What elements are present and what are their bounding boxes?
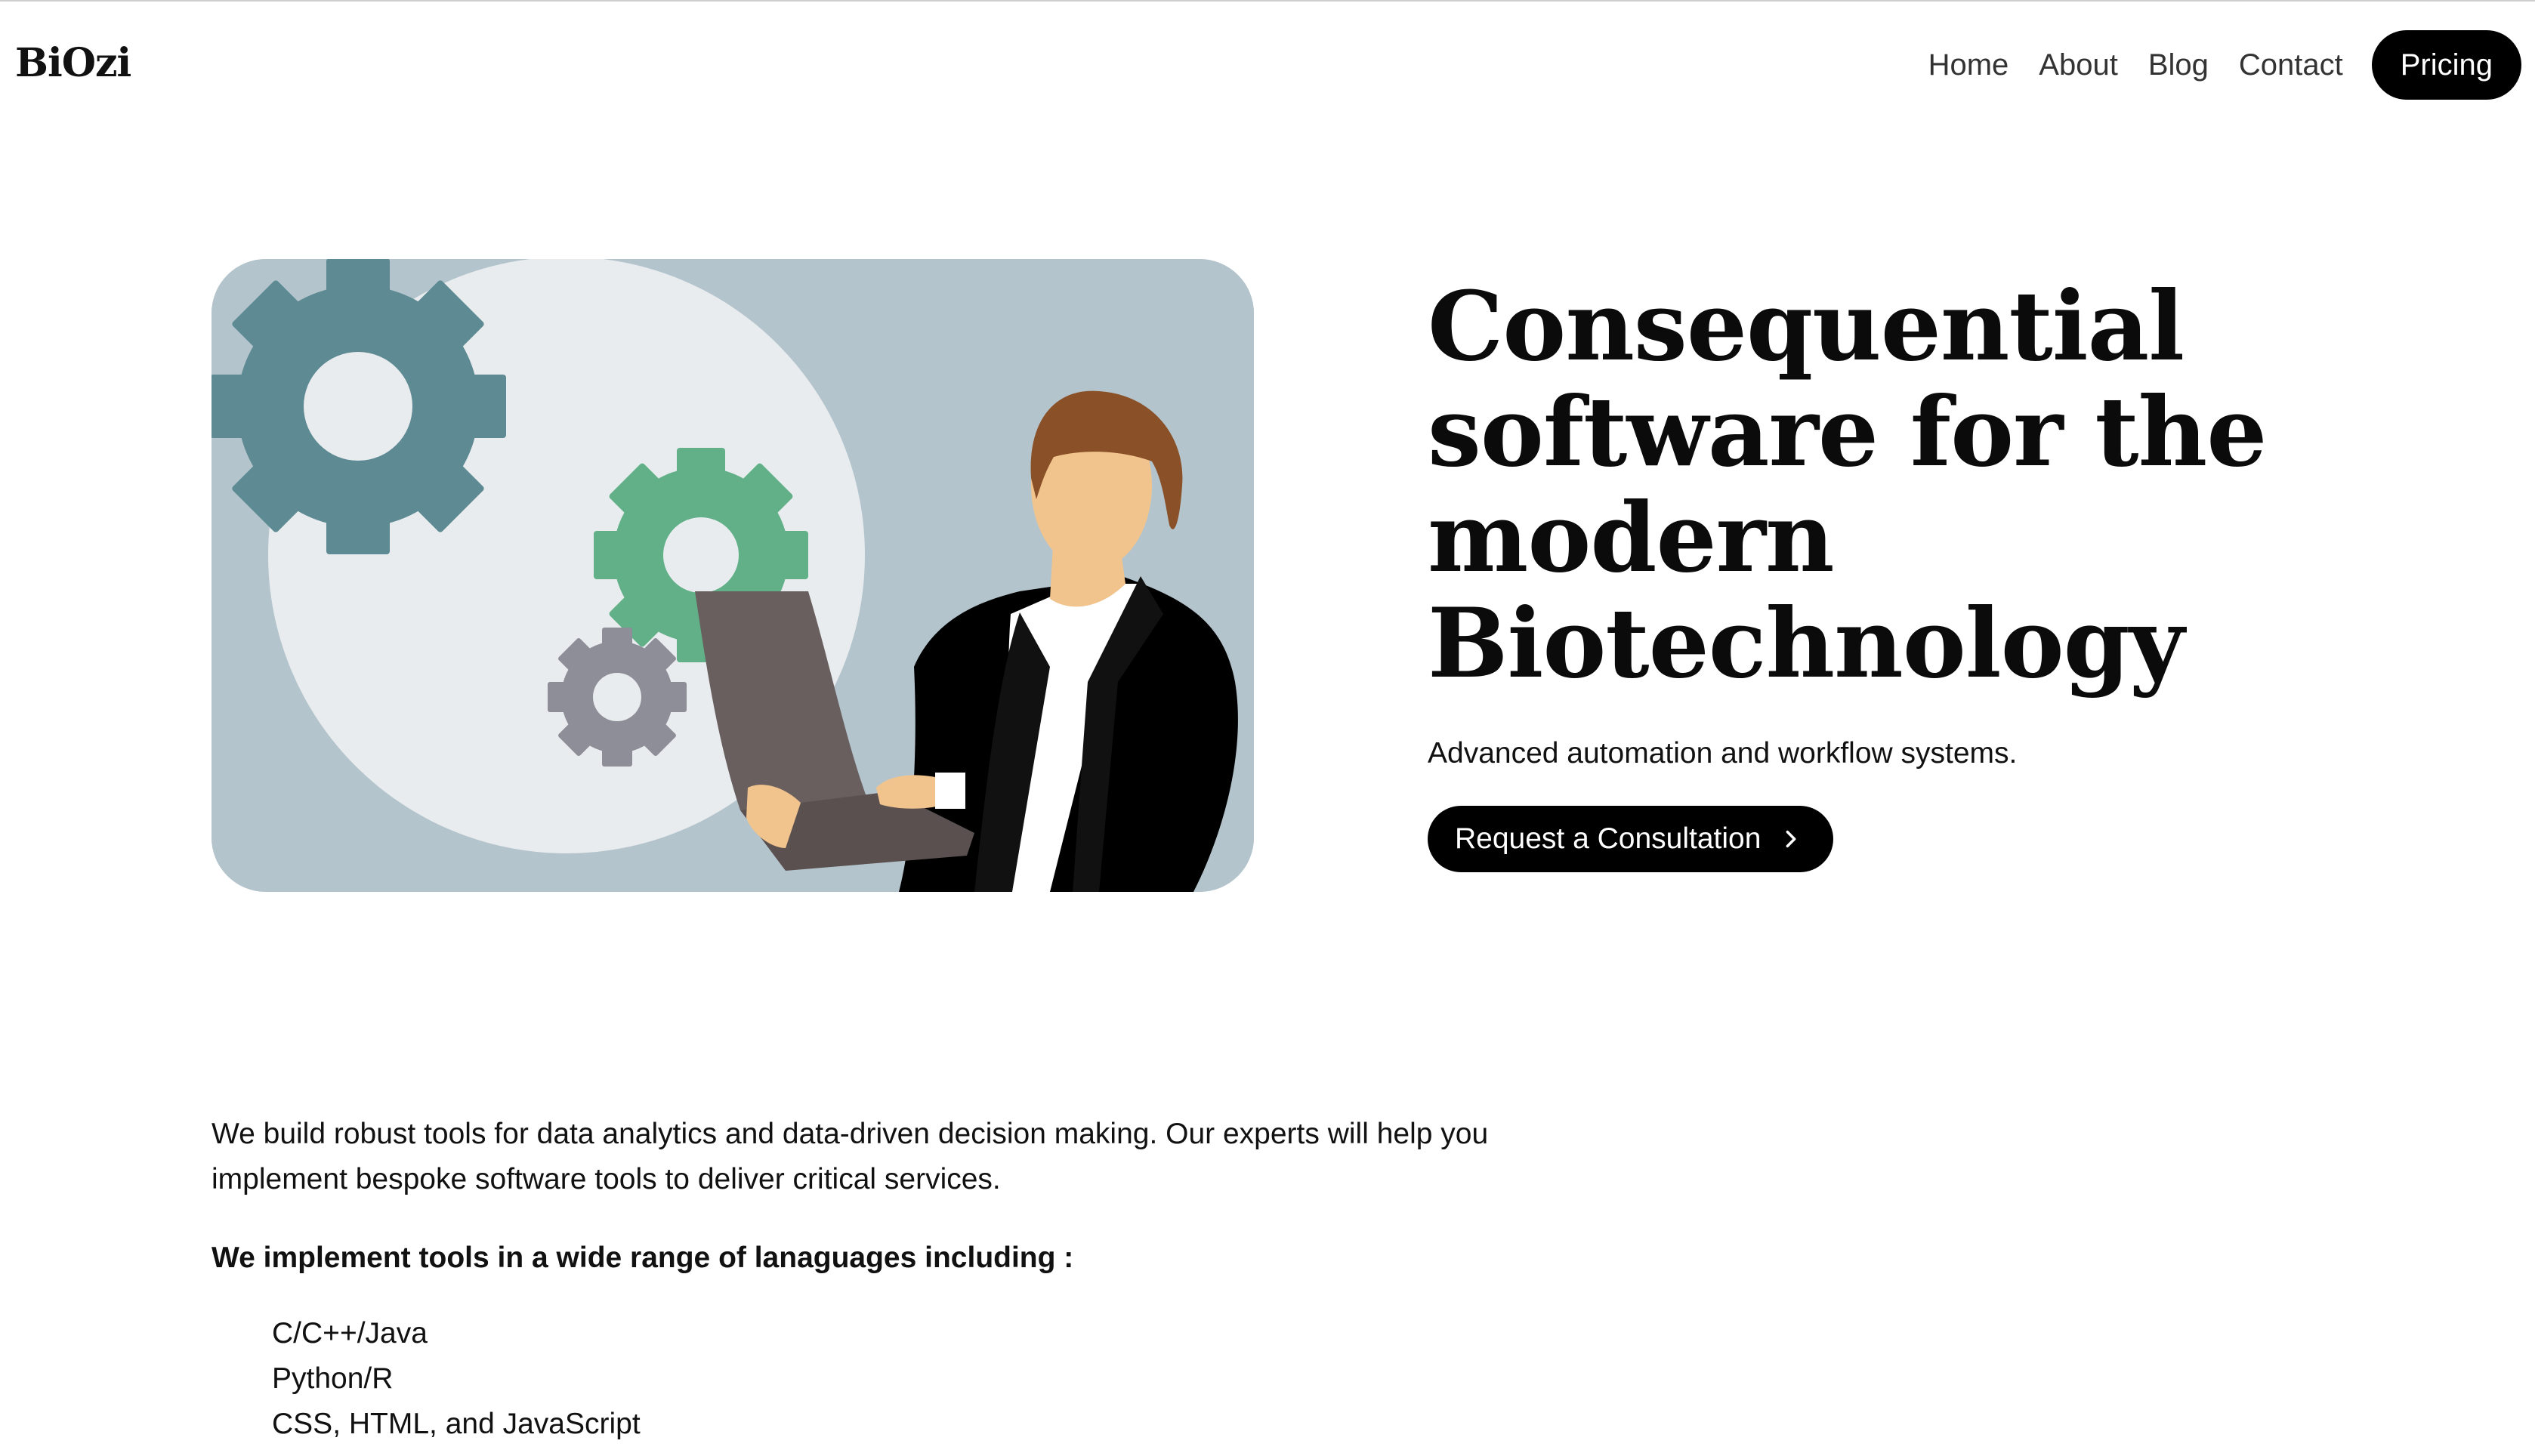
nav-link-blog[interactable]: Blog — [2133, 30, 2224, 100]
main-nav: Home About Blog Contact Pricing — [1913, 30, 2521, 100]
teal-gear-icon — [212, 259, 506, 554]
request-consultation-label: Request a Consultation — [1455, 822, 1762, 855]
request-consultation-button[interactable]: Request a Consultation — [1428, 806, 1834, 872]
nav-link-contact[interactable]: Contact — [2224, 30, 2358, 100]
hero-illustration — [212, 259, 1254, 892]
languages-list: C/C++/Java Python/R CSS, HTML, and JavaS… — [272, 1311, 641, 1447]
top-border — [0, 0, 2535, 2]
nav-link-home[interactable]: Home — [1913, 30, 2024, 100]
nav-link-about[interactable]: About — [2024, 30, 2133, 100]
list-item: C/C++/Java — [272, 1317, 428, 1350]
gray-gear-icon — [548, 628, 687, 767]
list-item: Python/R — [272, 1362, 394, 1395]
chevron-right-icon — [1786, 830, 1796, 848]
site-logo[interactable]: BiOzi — [15, 36, 131, 91]
languages-heading: We implement tools in a wide range of la… — [212, 1242, 1074, 1274]
list-item: CSS, HTML, and JavaScript — [272, 1408, 641, 1440]
hero-title: Consequential software for the modern Bi… — [1428, 270, 2267, 699]
hero-subtitle: Advanced automation and workflow systems… — [1428, 737, 2018, 770]
pricing-button[interactable]: Pricing — [2371, 30, 2521, 100]
intro-paragraph: We build robust tools for data analytics… — [212, 1118, 1489, 1195]
woman-laptop-gears-illustration — [212, 259, 1254, 892]
